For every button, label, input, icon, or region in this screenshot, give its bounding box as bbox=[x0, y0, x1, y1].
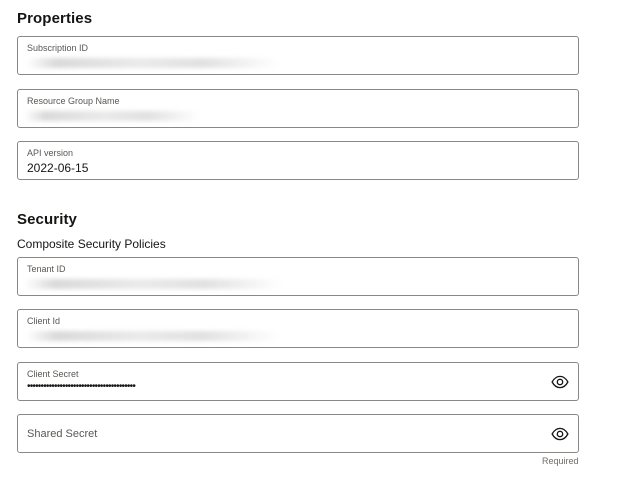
tenant-id-label: Tenant ID bbox=[27, 264, 66, 274]
api-version-label: API version bbox=[27, 148, 74, 158]
tenant-id-field[interactable]: Tenant ID bbox=[17, 257, 579, 296]
resource-group-name-field[interactable]: Resource Group Name bbox=[17, 89, 579, 128]
tenant-id-redacted-value bbox=[24, 279, 282, 289]
resource-group-name-redacted-value bbox=[24, 111, 200, 121]
shared-secret-required-note: Required bbox=[542, 456, 579, 466]
shared-secret-field[interactable]: Shared Secret bbox=[17, 414, 579, 453]
client-id-label: Client Id bbox=[27, 316, 61, 326]
eye-icon[interactable] bbox=[551, 373, 569, 391]
subscription-id-redacted-value bbox=[26, 58, 278, 68]
eye-icon[interactable] bbox=[551, 425, 569, 443]
resource-group-name-label: Resource Group Name bbox=[27, 96, 120, 106]
subscription-id-label: Subscription ID bbox=[27, 43, 89, 53]
client-id-redacted-value bbox=[26, 331, 278, 341]
properties-heading: Properties bbox=[17, 10, 93, 27]
composite-security-policies-subheading: Composite Security Policies bbox=[17, 237, 166, 251]
client-secret-field[interactable]: Client Secret ••••••••••••••••••••••••••… bbox=[17, 362, 579, 401]
client-id-field[interactable]: Client Id bbox=[17, 309, 579, 348]
client-secret-masked-value: •••••••••••••••••••••••••••••••••••••••• bbox=[27, 381, 136, 392]
api-version-field[interactable]: API version 2022-06-15 bbox=[17, 141, 579, 180]
shared-secret-placeholder: Shared Secret bbox=[27, 428, 98, 440]
subscription-id-field[interactable]: Subscription ID bbox=[17, 36, 579, 75]
api-version-value: 2022-06-15 bbox=[27, 161, 89, 175]
security-heading: Security bbox=[17, 211, 77, 228]
client-secret-label: Client Secret bbox=[27, 369, 79, 379]
